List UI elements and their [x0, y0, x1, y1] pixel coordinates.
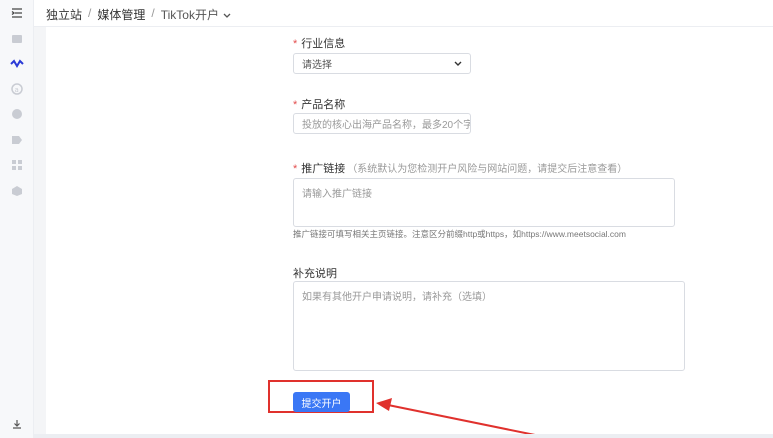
promo-link-helper-text: 推广链接可填写相关主页链接。注意区分前缀http或https，如https://… [293, 229, 626, 239]
breadcrumb-current-label: TikTok开户 [160, 8, 219, 22]
bottom-border [34, 434, 773, 438]
breadcrumb-item-tiktok[interactable]: TikTok开户 [161, 6, 232, 23]
required-mark: * [293, 99, 298, 111]
sidebar: a [0, 0, 34, 438]
chevron-down-icon [454, 61, 462, 66]
globe-icon[interactable] [9, 106, 25, 122]
notes-textarea[interactable]: 如果有其他开户申请说明，请补充（选填） [293, 281, 685, 371]
product-label: * 产品名称 [293, 96, 345, 112]
industry-label-text: 行业信息 [301, 38, 346, 50]
download-icon[interactable] [9, 416, 25, 432]
breadcrumb-separator: / [88, 6, 92, 20]
notes-label: 补充说明 [293, 265, 337, 281]
product-name-input[interactable]: 投放的核心出海产品名称，最多20个字符 [293, 113, 471, 134]
industry-select[interactable]: 请选择 [293, 53, 471, 74]
promo-link-hint: （系统默认为您检测开户风险与网站问题，请提交后注意查看） [347, 164, 628, 175]
submit-button[interactable]: 提交开户 [293, 392, 350, 412]
product-label-text: 产品名称 [301, 99, 346, 111]
promo-link-textarea[interactable]: 请输入推广链接 [293, 178, 675, 227]
product-name-placeholder: 投放的核心出海产品名称，最多20个字符 [302, 120, 471, 131]
currency-icon[interactable]: a [9, 81, 25, 97]
breadcrumb: 独立站 / 媒体管理 / TikTok开户 [46, 6, 231, 23]
breadcrumb-item-site[interactable]: 独立站 [46, 6, 82, 23]
required-mark: * [293, 38, 298, 50]
top-bar: 独立站 / 媒体管理 / TikTok开户 [34, 0, 773, 27]
breadcrumb-item-media[interactable]: 媒体管理 [97, 6, 145, 23]
tag-icon[interactable] [9, 132, 25, 148]
package-icon[interactable] [9, 183, 25, 199]
promo-link-label: * 推广链接 （系统默认为您检测开户风险与网站问题，请提交后注意查看） [293, 160, 627, 176]
media-icon[interactable] [9, 56, 25, 72]
svg-text:a: a [15, 86, 19, 94]
menu-collapse-icon[interactable] [9, 5, 25, 21]
required-mark: * [293, 163, 298, 175]
apps-icon[interactable] [9, 157, 25, 173]
breadcrumb-separator: / [151, 6, 155, 20]
chevron-down-icon [223, 13, 231, 18]
industry-select-value: 请选择 [302, 60, 332, 71]
industry-label: * 行业信息 [293, 35, 345, 51]
notes-placeholder: 如果有其他开户申请说明，请补充（选填） [302, 292, 492, 303]
notes-label-text: 补充说明 [293, 268, 337, 280]
store-icon[interactable] [9, 31, 25, 47]
promo-link-label-text: 推广链接 [301, 163, 346, 175]
promo-link-placeholder: 请输入推广链接 [302, 189, 372, 200]
